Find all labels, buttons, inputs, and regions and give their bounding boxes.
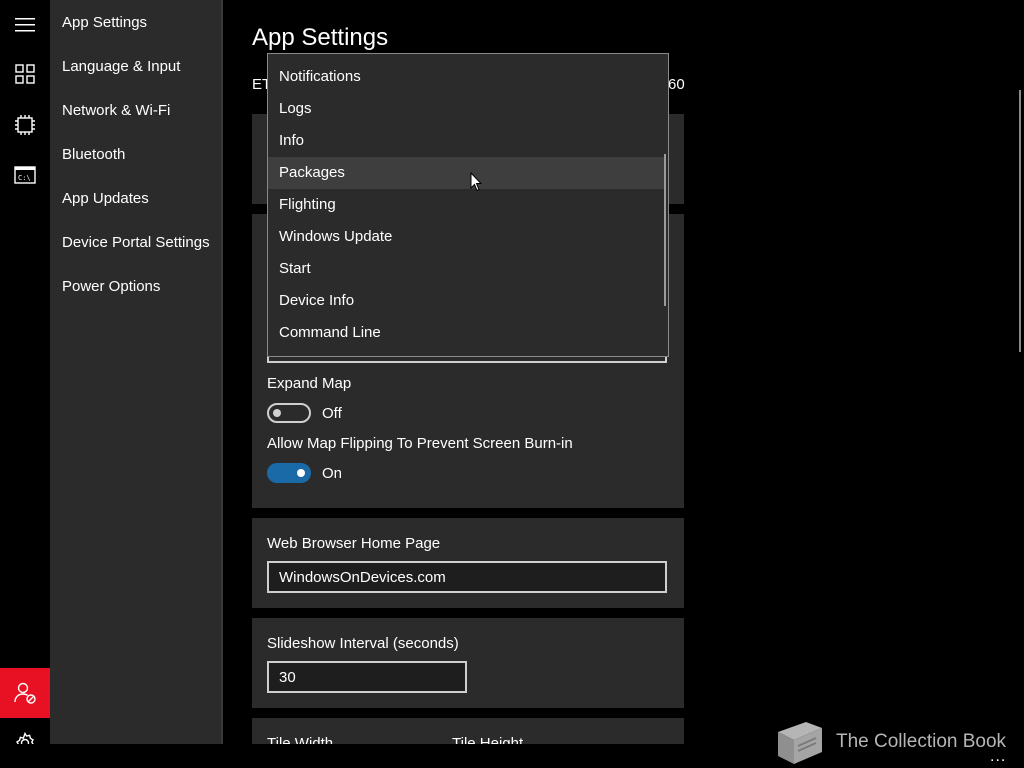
page-title: App Settings bbox=[252, 24, 389, 51]
slideshow-interval-input[interactable]: 30 bbox=[267, 661, 467, 693]
map-flipping-label: Allow Map Flipping To Prevent Screen Bur… bbox=[267, 435, 573, 452]
dashboard-icon[interactable] bbox=[0, 52, 50, 96]
watermark: The Collection Book bbox=[772, 718, 1006, 766]
dropdown-item-notifications[interactable]: Notifications bbox=[268, 61, 666, 93]
dropdown-item-flighting[interactable]: Flighting bbox=[268, 189, 666, 221]
settings-nav: App Settings Language & Input Network & … bbox=[50, 0, 221, 744]
map-flipping-toggle[interactable] bbox=[267, 463, 311, 483]
toggle-knob bbox=[273, 409, 281, 417]
icon-rail: C:\ bbox=[0, 0, 50, 744]
expand-map-toggle[interactable] bbox=[267, 403, 311, 423]
expand-map-label: Expand Map bbox=[267, 375, 352, 392]
dropdown-scrollbar[interactable] bbox=[664, 154, 666, 306]
tile-width-label: Tile Width bbox=[267, 735, 334, 744]
toggle-knob bbox=[297, 469, 305, 477]
expand-map-state: Off bbox=[322, 405, 342, 422]
book-logo-icon bbox=[778, 722, 822, 764]
watermark-text: The Collection Book bbox=[836, 731, 1007, 752]
nav-item-power-options[interactable]: Power Options bbox=[62, 278, 160, 295]
web-browser-home-input[interactable]: WindowsOnDevices.com bbox=[267, 561, 667, 593]
hamburger-icon[interactable] bbox=[0, 3, 50, 47]
web-browser-label: Web Browser Home Page bbox=[267, 535, 441, 552]
dropdown-item-command-line[interactable]: Command Line bbox=[268, 317, 666, 349]
page-dropdown-list[interactable]: Notifications Logs Info Packages Flighti… bbox=[267, 53, 669, 357]
slideshow-label: Slideshow Interval (seconds) bbox=[267, 635, 459, 652]
tile-height-label: Tile Height bbox=[452, 735, 524, 744]
nav-item-language-input[interactable]: Language & Input bbox=[62, 58, 180, 75]
dropdown-item-start[interactable]: Start bbox=[268, 253, 666, 285]
mouse-cursor-icon bbox=[470, 172, 482, 192]
nav-item-network-wifi[interactable]: Network & Wi-Fi bbox=[62, 102, 170, 119]
nav-item-device-portal-settings[interactable]: Device Portal Settings bbox=[62, 234, 210, 251]
dropdown-item-windows-update[interactable]: Windows Update bbox=[268, 221, 666, 253]
nav-divider bbox=[221, 0, 223, 744]
dropdown-item-info[interactable]: Info bbox=[268, 125, 666, 157]
page-scrollbar[interactable] bbox=[1019, 90, 1021, 352]
nav-item-bluetooth[interactable]: Bluetooth bbox=[62, 146, 125, 163]
chip-icon[interactable] bbox=[0, 103, 50, 147]
partial-text-right: 60 bbox=[668, 76, 685, 93]
combobox-under-dropdown[interactable] bbox=[267, 356, 667, 363]
dropdown-item-packages[interactable]: Packages bbox=[268, 157, 666, 189]
more-button[interactable]: ... bbox=[990, 748, 1006, 766]
command-prompt-icon[interactable]: C:\ bbox=[0, 153, 50, 197]
dropdown-item-logs[interactable]: Logs bbox=[268, 93, 666, 125]
nav-item-app-settings[interactable]: App Settings bbox=[62, 14, 147, 31]
user-signout-icon[interactable] bbox=[0, 668, 50, 718]
nav-item-app-updates[interactable]: App Updates bbox=[62, 190, 149, 207]
svg-text:C:\: C:\ bbox=[18, 174, 31, 182]
map-flipping-state: On bbox=[322, 465, 343, 482]
dropdown-item-device-info[interactable]: Device Info bbox=[268, 285, 666, 317]
